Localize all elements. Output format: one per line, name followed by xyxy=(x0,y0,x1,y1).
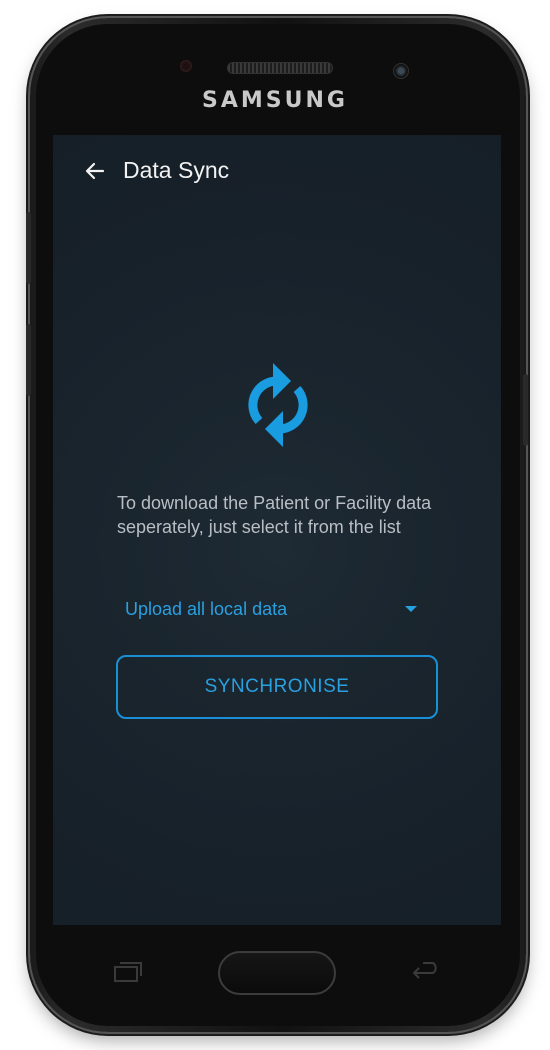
power-key xyxy=(523,374,528,446)
page-title: Data Sync xyxy=(123,157,230,183)
synchronise-button[interactable]: SYNCHRONISE xyxy=(116,655,438,719)
proximity-sensor xyxy=(393,63,409,79)
brand-logo: SAMSUNG xyxy=(202,88,348,113)
volume-up-key xyxy=(26,212,31,284)
sync-icon xyxy=(248,363,308,447)
app-screen: Data Sync To download the Patient or Fac… xyxy=(53,135,501,925)
recents-icon[interactable] xyxy=(111,961,145,983)
volume-down-key xyxy=(26,324,31,396)
hardware-nav-bar xyxy=(53,925,501,1013)
earpiece-speaker xyxy=(227,62,333,74)
sync-description: To download the Patient or Facility data… xyxy=(117,493,432,537)
sync-mode-dropdown[interactable]: Upload all local data xyxy=(125,595,425,625)
home-button[interactable] xyxy=(218,951,336,995)
back-key-icon[interactable] xyxy=(409,961,443,983)
front-camera xyxy=(180,60,192,72)
arrow-left-icon[interactable] xyxy=(83,159,107,183)
dropdown-selected-value: Upload all local data xyxy=(125,599,288,619)
caret-down-icon xyxy=(405,606,417,612)
app-toolbar: Data Sync xyxy=(53,135,501,207)
